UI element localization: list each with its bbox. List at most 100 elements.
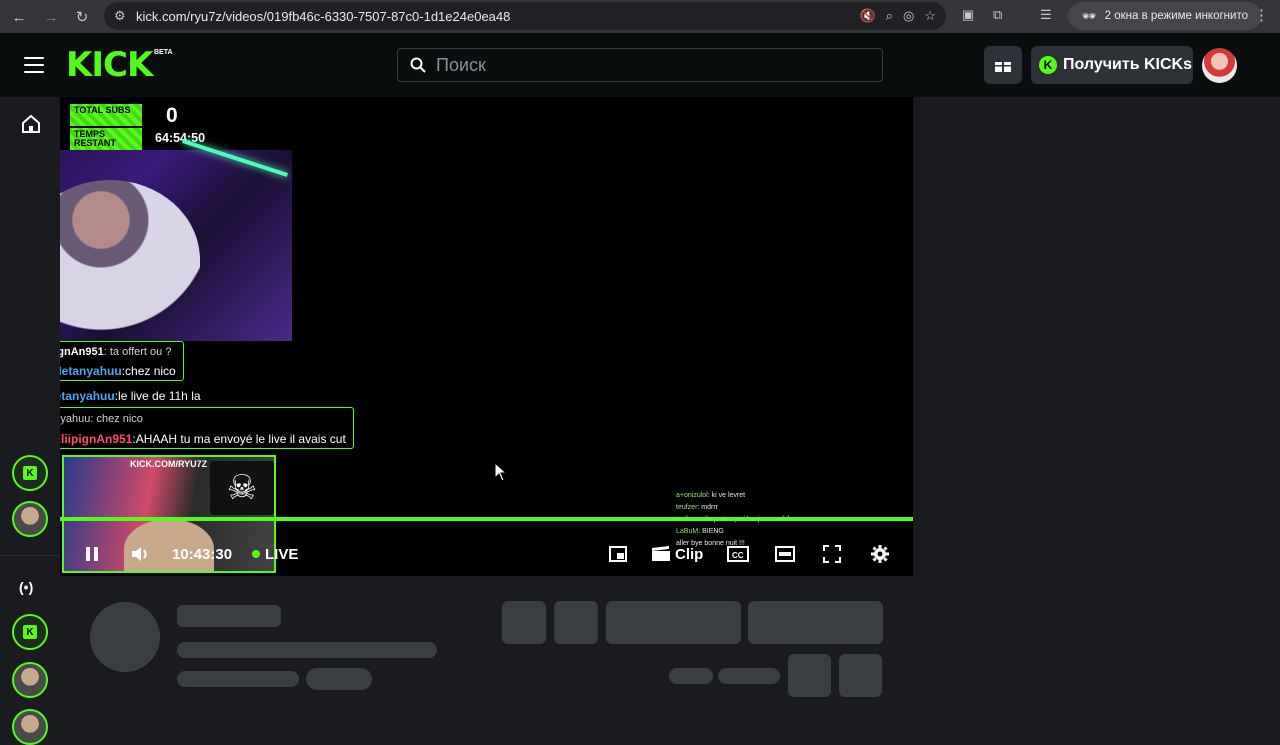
- live-dot: [252, 550, 260, 558]
- subs-count: 0: [166, 104, 178, 127]
- browser-toolbar: ← → ↻ ⚙ kick.com/ryu7z/videos/019fb46c-6…: [0, 0, 1280, 33]
- clip-label: Clip: [675, 545, 704, 563]
- miniplayer-icon: [609, 546, 627, 562]
- url-text: kick.com/ryu7z/videos/019fb46c-6330-7507…: [136, 8, 511, 24]
- chat-username: Netanyahuu: [60, 389, 115, 403]
- chat-text: le live de 11h la: [118, 389, 201, 403]
- action-button-skeleton: [748, 601, 883, 644]
- clip-button[interactable]: Clip: [651, 543, 703, 565]
- incognito-indicator[interactable]: 🕶 2 окна в режиме инкогнито: [1068, 2, 1262, 30]
- svg-text:CC: CC: [732, 551, 744, 560]
- channel-url: KICK.COM/RYU7Z: [130, 459, 208, 469]
- live-channel-avatar[interactable]: K: [12, 614, 48, 650]
- pause-button[interactable]: [83, 543, 101, 565]
- live-channel-avatar[interactable]: [12, 662, 48, 698]
- browser-menu-icon[interactable]: ⋮: [1254, 6, 1269, 24]
- site-info-icon[interactable]: ⚙: [114, 8, 126, 24]
- forward-icon[interactable]: →: [40, 6, 62, 28]
- left-sidebar: K (•) K: [0, 97, 60, 745]
- bookmark-star-icon[interactable]: ☆: [924, 8, 936, 24]
- progress-bar[interactable]: [60, 517, 913, 521]
- subtitle-skeleton: [177, 642, 437, 658]
- fullscreen-button[interactable]: [823, 543, 841, 565]
- search-input[interactable]: Поиск: [397, 48, 883, 82]
- eye-off-icon[interactable]: ◎: [903, 8, 914, 24]
- chat-username: EliipignAn951: [60, 346, 104, 358]
- pause-icon: [86, 547, 98, 561]
- chat-message: ↰ EliipignAn951: ta offert ou ? Netanyah…: [60, 341, 184, 381]
- total-subs-label: TOTAL SUBS: [70, 104, 142, 126]
- address-bar[interactable]: ⚙ kick.com/ryu7z/videos/019fb46c-6330-75…: [104, 2, 946, 30]
- mouse-cursor-icon: [494, 462, 508, 482]
- action-button-skeleton: [606, 601, 741, 644]
- volume-button[interactable]: [130, 543, 152, 565]
- timestamp: 10:43:30: [172, 543, 232, 565]
- stat-skeleton: [718, 668, 780, 684]
- back-icon[interactable]: ←: [8, 6, 30, 28]
- settings-button[interactable]: [870, 543, 890, 565]
- gear-icon: [871, 545, 889, 563]
- search-placeholder: Поиск: [436, 55, 486, 75]
- chat-message: a+onizulol: ki ve levret: [676, 492, 746, 499]
- zoom-icon[interactable]: ⌕: [886, 8, 893, 24]
- chat-message: LaBuM: BIENG: [676, 528, 724, 535]
- neon-light: [182, 139, 288, 177]
- icon-button-skeleton: [788, 654, 831, 697]
- extensions-puzzle-icon[interactable]: ⧉: [993, 7, 1002, 23]
- fullscreen-icon: [823, 545, 841, 563]
- chat-text: chez nico: [96, 413, 143, 425]
- meta-skeleton: [177, 671, 299, 687]
- gift-icon: [995, 60, 1011, 73]
- chat-username: EliipignAn951: [60, 432, 133, 446]
- pirate-flag-image: ☠: [210, 461, 274, 515]
- action-button-skeleton: [554, 601, 598, 644]
- top-navbar: KICK BETA Поиск K Получить KICKs: [0, 33, 1280, 97]
- timestamp-text: 10:43:30: [172, 545, 233, 563]
- chat-text: ta offert ou ?: [109, 346, 172, 358]
- live-indicator[interactable]: LIVE: [252, 543, 298, 565]
- sidebar-divider: [0, 555, 60, 556]
- theater-mode-button[interactable]: [775, 543, 795, 565]
- followed-channel-avatar[interactable]: [12, 501, 48, 537]
- subs-overlay: TOTAL SUBS TEMPS RESTANT: [70, 104, 142, 152]
- captions-button[interactable]: CC: [727, 543, 749, 565]
- kick-logo[interactable]: KICK: [66, 47, 153, 83]
- live-channels-icon: (•): [19, 579, 34, 595]
- webcam-feed: [60, 139, 292, 341]
- chat-text: AHAAH tu ma envoyé le live il avais cut: [135, 432, 346, 446]
- incognito-icon: 🕶: [1082, 11, 1097, 23]
- captions-icon: CC: [727, 546, 749, 562]
- user-avatar[interactable]: [1202, 48, 1237, 83]
- get-kicks-button[interactable]: K Получить KICKs: [1031, 46, 1193, 84]
- chat-panel: [913, 97, 1280, 576]
- stat-skeleton: [669, 668, 713, 684]
- chat-message: teufzer: mdrrr: [676, 504, 719, 511]
- theater-icon: [775, 546, 795, 562]
- live-channel-avatar[interactable]: [12, 709, 48, 745]
- channel-avatar-skeleton: [90, 602, 160, 672]
- icon-button-skeleton: [839, 654, 882, 697]
- home-icon[interactable]: [20, 113, 42, 135]
- reload-icon[interactable]: ↻: [71, 6, 93, 28]
- mute-site-icon[interactable]: 🔇: [860, 8, 876, 24]
- gift-button[interactable]: [984, 46, 1022, 84]
- chat-message: Netanyahuu: chez nico EliipignAn951:AHAA…: [60, 407, 354, 449]
- reading-list-icon[interactable]: ☰: [1040, 7, 1052, 23]
- miniplayer-button[interactable]: [609, 543, 627, 565]
- followed-channel-avatar[interactable]: K: [12, 455, 48, 491]
- extension-icon[interactable]: ▣: [962, 7, 974, 23]
- live-label: LIVE: [265, 545, 299, 563]
- streamer-image: [60, 180, 200, 340]
- title-skeleton: [177, 605, 281, 627]
- incognito-label: 2 окна в режиме инкогнито: [1104, 10, 1248, 22]
- time-remaining-label: TEMPS RESTANT: [70, 128, 142, 150]
- chat-username: Netanyahuu: [60, 364, 122, 378]
- video-player[interactable]: TOTAL SUBS TEMPS RESTANT 0 64:54:50 ↰ El…: [60, 97, 913, 576]
- chat-username: Netanyahuu: [60, 413, 91, 425]
- chat-message: Netanyahuu:le live de 11h la: [60, 389, 201, 403]
- search-icon: [410, 57, 426, 73]
- meta-skeleton: [306, 668, 372, 690]
- get-kicks-label: Получить KICKs: [1063, 56, 1192, 73]
- menu-icon[interactable]: [24, 57, 44, 73]
- action-button-skeleton: [502, 601, 546, 644]
